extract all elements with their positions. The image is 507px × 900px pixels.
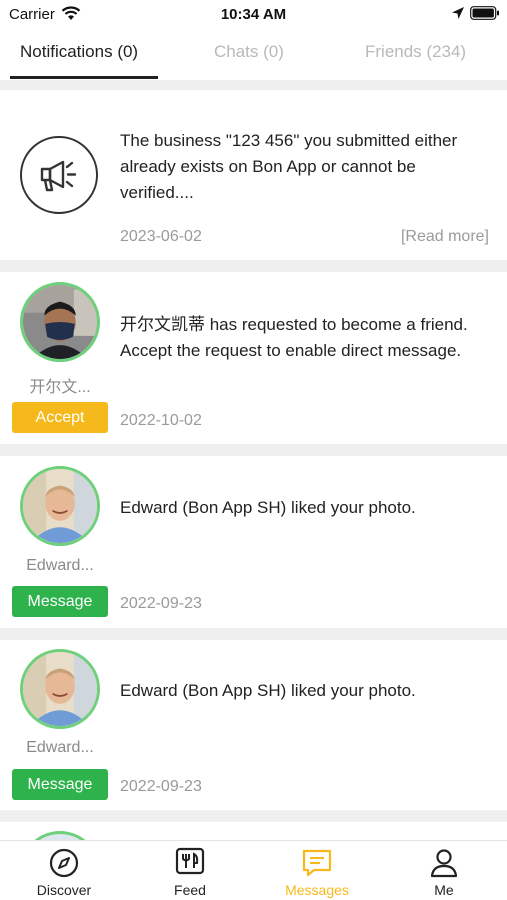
active-tab-indicator (10, 76, 158, 79)
divider (0, 810, 507, 822)
notification-item[interactable]: 开尔文... Accept 开尔文凯蒂 has requested to bec… (0, 272, 507, 444)
divider (0, 444, 507, 456)
notification-date: 2022-09-23 (120, 595, 202, 612)
location-arrow-icon (452, 7, 464, 19)
compass-icon (49, 848, 79, 878)
tabbar-label: Feed (174, 882, 206, 898)
bottom-tab-bar: Discover Feed Messages Me (0, 840, 507, 900)
avatar-name: Edward... (26, 739, 94, 756)
fork-knife-icon (175, 847, 205, 875)
tab-friends[interactable]: Friends (234) (365, 42, 466, 62)
battery-icon (470, 6, 499, 20)
tabbar-label: Messages (285, 882, 349, 898)
avatar[interactable] (20, 282, 100, 362)
message-icon (302, 849, 332, 877)
divider (0, 628, 507, 640)
message-button[interactable]: Message (12, 769, 108, 800)
message-button[interactable]: Message (12, 586, 108, 617)
avatar[interactable] (20, 649, 100, 729)
tabbar-messages[interactable]: Messages (267, 841, 367, 900)
notification-text: Edward (Bon App SH) liked your photo. (120, 681, 416, 700)
notification-date: 2023-06-02 (120, 228, 202, 245)
accept-button[interactable]: Accept (12, 402, 108, 433)
notification-date: 2022-09-23 (120, 778, 202, 795)
tabbar-feed[interactable]: Feed (140, 841, 240, 900)
avatar[interactable] (20, 831, 100, 840)
tabbar-label: Discover (36, 882, 92, 898)
avatar-name: 开尔文... (29, 379, 91, 396)
tab-chats[interactable]: Chats (0) (214, 42, 284, 62)
tab-notifications[interactable]: Notifications (0) (20, 42, 138, 62)
megaphone-icon (20, 136, 98, 214)
avatar[interactable] (20, 466, 100, 546)
notification-text: Edward (Bon App SH) liked your photo. (120, 498, 416, 517)
avatar-name: Edward... (26, 557, 94, 574)
notification-item[interactable]: The business "123 456" you submitted eit… (0, 90, 507, 260)
notification-date: 2022-10-02 (120, 412, 202, 429)
notification-item[interactable]: Edward... Message Edward (Bon App SH) li… (0, 640, 507, 810)
clock: 10:34 AM (220, 6, 287, 23)
read-more-link[interactable]: [Read more] (401, 228, 489, 246)
status-bar: Carrier 10:34 AM (0, 0, 507, 30)
divider (0, 80, 507, 90)
notification-text: The business "123 456" you submitted eit… (120, 131, 458, 202)
message-tabs: Notifications (0) Chats (0) Friends (234… (0, 30, 507, 80)
tabbar-me[interactable]: Me (394, 841, 494, 900)
tabbar-label: Me (434, 882, 454, 898)
tabbar-discover[interactable]: Discover (14, 841, 114, 900)
divider (0, 260, 507, 272)
person-icon (430, 849, 458, 878)
notification-text: 开尔文凯蒂 has requested to become a friend. … (120, 315, 468, 360)
notification-item[interactable]: Edward... Message Edward (Bon App SH) li… (0, 456, 507, 628)
notification-item[interactable] (0, 822, 507, 840)
